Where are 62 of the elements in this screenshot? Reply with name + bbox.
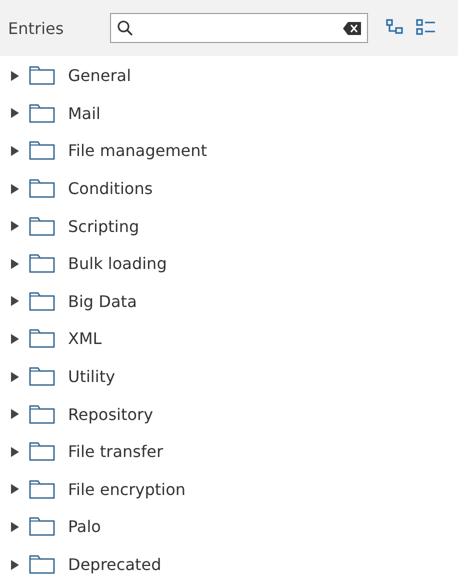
search-icon <box>117 20 133 36</box>
expand-arrow-icon[interactable] <box>10 446 20 457</box>
expand-arrow-icon[interactable] <box>10 258 20 269</box>
tree-item[interactable]: Palo <box>10 508 458 546</box>
tree-item-label: General <box>68 66 132 86</box>
expand-arrow-icon[interactable] <box>10 184 20 194</box>
folder-icon <box>29 141 55 160</box>
folder-icon <box>29 480 55 499</box>
folder-icon <box>29 404 55 424</box>
folder-icon <box>29 442 55 462</box>
hierarchy-icon[interactable] <box>386 19 406 37</box>
expand-arrow-icon[interactable] <box>10 221 20 232</box>
tree-item-label: Repository <box>68 404 154 424</box>
folder-icon <box>29 104 55 123</box>
tree-item-label: Mail <box>68 104 100 123</box>
tree-item[interactable]: Conditions <box>10 170 458 208</box>
tree-item[interactable]: Repository <box>10 395 458 433</box>
tree-item-label: File encryption <box>68 480 186 499</box>
folder-icon <box>29 329 55 348</box>
tree-item[interactable]: Deprecated <box>10 546 458 583</box>
expand-arrow-icon[interactable] <box>10 334 20 344</box>
tree-item-label: File transfer <box>68 442 164 462</box>
folder-icon <box>29 367 55 386</box>
expand-arrow-icon[interactable] <box>10 108 20 118</box>
search-field[interactable] <box>110 13 368 43</box>
tree-item[interactable]: File management <box>10 132 458 170</box>
tree-item[interactable]: File encryption <box>10 470 458 508</box>
tree-item[interactable]: General <box>10 57 458 95</box>
tree-item-label: Palo <box>68 517 101 536</box>
panel-title: Entries <box>8 18 65 38</box>
folder-icon <box>29 517 55 536</box>
expand-arrow-icon[interactable] <box>10 372 20 382</box>
expand-arrow-icon[interactable] <box>10 522 20 532</box>
tree-item-label: Utility <box>68 367 116 386</box>
folder-icon <box>29 254 55 274</box>
tree-item[interactable]: Bulk loading <box>10 244 458 283</box>
expand-arrow-icon[interactable] <box>10 146 20 156</box>
folder-icon <box>29 216 55 236</box>
tree-item-label: File management <box>68 141 208 160</box>
tree-item-label: Deprecated <box>68 555 162 574</box>
expand-arrow-icon[interactable] <box>10 70 20 81</box>
tree-item-label: Scripting <box>68 216 140 236</box>
tree-item-label: Big Data <box>68 292 137 311</box>
tree-item[interactable]: Big Data <box>10 282 458 320</box>
tree-item-label: XML <box>68 329 102 348</box>
tree-item[interactable]: XML <box>10 320 458 358</box>
expand-arrow-icon[interactable] <box>10 560 20 570</box>
tree-item[interactable]: Scripting <box>10 207 458 245</box>
folder-icon <box>29 555 55 574</box>
expand-arrow-icon[interactable] <box>10 296 20 306</box>
tree-item[interactable]: Mail <box>10 94 458 132</box>
folder-icon <box>29 292 55 311</box>
folder-icon <box>29 179 55 198</box>
expand-arrow-icon[interactable] <box>10 484 20 494</box>
list-icon[interactable] <box>416 19 436 37</box>
folder-icon <box>29 66 55 86</box>
tree-item-label: Conditions <box>68 179 153 198</box>
tree-item-label: Bulk loading <box>68 254 167 274</box>
clear-icon[interactable] <box>343 22 361 34</box>
tree-item[interactable]: Utility <box>10 358 458 396</box>
tree-item[interactable]: File transfer <box>10 432 458 471</box>
expand-arrow-icon[interactable] <box>10 409 20 420</box>
